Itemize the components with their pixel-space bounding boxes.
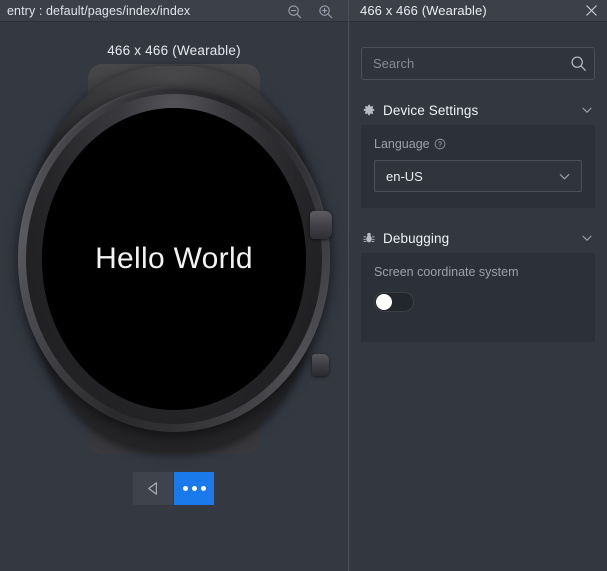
language-field-label: Language — [374, 137, 582, 151]
search-icon[interactable] — [569, 55, 587, 73]
search-input[interactable] — [373, 56, 569, 71]
settings-panel-header: 466 x 466 (Wearable) — [349, 0, 607, 22]
device-settings-panel: 466 x 466 (Wearable) Search Device Setti… — [349, 0, 607, 571]
screen-hello-world-text: Hello World — [95, 242, 253, 275]
gear-icon — [361, 103, 376, 118]
entry-path-label: entry : default/pages/index/index — [7, 3, 191, 18]
zoom-out-icon[interactable] — [286, 3, 303, 20]
device-preview-pane: entry : default/pages/index/index 466 x … — [0, 0, 348, 571]
section-title-debugging: Debugging — [383, 230, 450, 246]
more-dots-glyph — [182, 486, 206, 491]
search-box[interactable] — [361, 47, 595, 80]
bug-icon — [361, 231, 376, 246]
device-nav-buttons — [133, 472, 214, 505]
watch-crown-button[interactable] — [310, 211, 332, 239]
chevron-down-icon[interactable] — [556, 168, 572, 184]
device-screen[interactable]: Hello World — [42, 108, 306, 410]
section-body-device-settings: Language en-US — [361, 125, 595, 208]
screen-coordinate-label: Screen coordinate system — [374, 265, 519, 279]
close-icon[interactable] — [583, 3, 599, 19]
toggle-knob — [376, 294, 392, 310]
more-dots-icon[interactable] — [174, 472, 214, 505]
zoom-in-icon[interactable] — [317, 3, 334, 20]
section-header-device-settings[interactable]: Device Settings — [349, 95, 607, 125]
watch-side-button[interactable] — [312, 354, 329, 376]
chevron-down-icon[interactable] — [579, 102, 595, 118]
chevron-down-icon[interactable] — [579, 230, 595, 246]
screen-coordinate-toggle[interactable] — [374, 292, 414, 312]
device-resolution-label: 466 x 466 (Wearable) — [107, 43, 241, 58]
help-circle-icon[interactable] — [434, 138, 446, 150]
wearable-device-mockup: Hello World — [4, 64, 344, 454]
section-body-debugging: Screen coordinate system — [361, 253, 595, 342]
back-triangle-icon[interactable] — [133, 472, 173, 505]
settings-panel-title: 466 x 466 (Wearable) — [360, 3, 487, 18]
language-label-text: Language — [374, 137, 430, 151]
section-header-debugging[interactable]: Debugging — [349, 223, 607, 253]
language-selected-value: en-US — [386, 168, 423, 184]
language-select[interactable]: en-US — [374, 160, 582, 192]
preview-toolbar: entry : default/pages/index/index — [0, 0, 348, 22]
section-title-device-settings: Device Settings — [383, 102, 479, 118]
emulator-window: entry : default/pages/index/index 466 x … — [0, 0, 607, 571]
